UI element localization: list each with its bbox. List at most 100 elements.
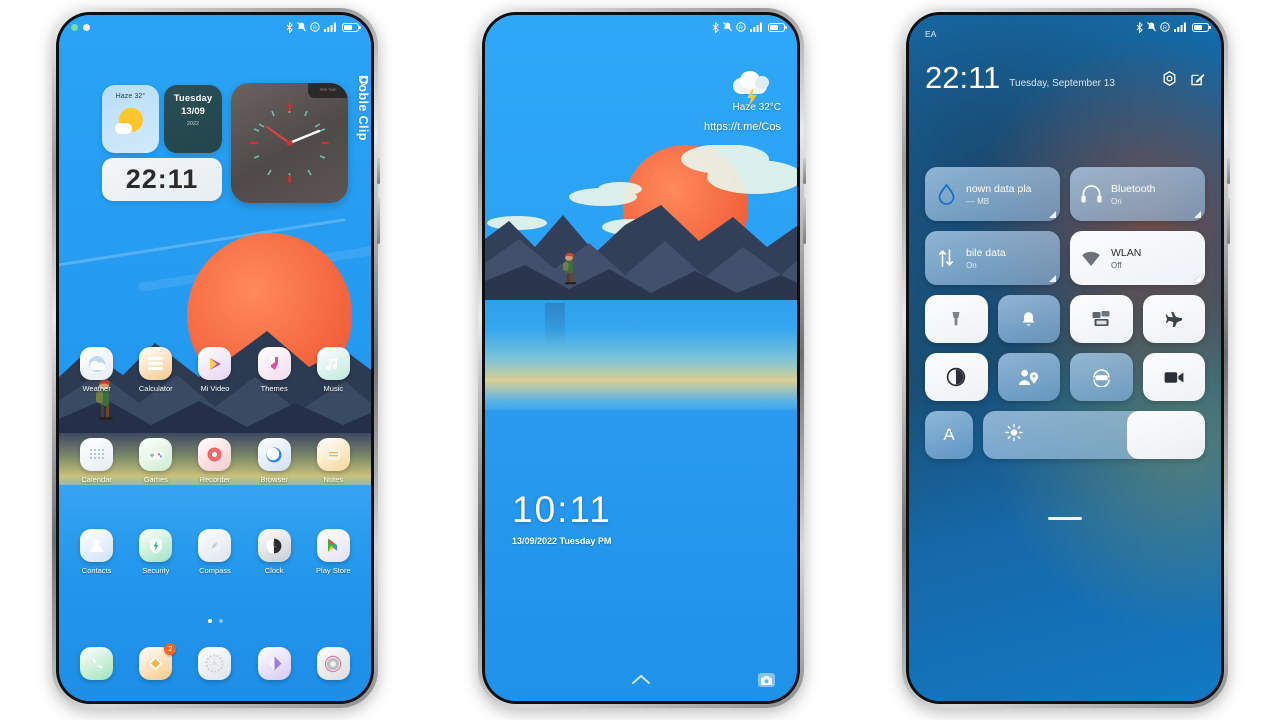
app-compass[interactable]: Compass — [189, 529, 241, 575]
dnd-bell-icon — [1022, 311, 1035, 326]
music-icon — [316, 347, 350, 380]
mute-bell-icon — [723, 22, 732, 32]
date-widget[interactable]: Tuesday 13/09 2022 — [164, 85, 222, 153]
brightness-row: A — [909, 411, 1221, 459]
app-label: Calculator — [138, 384, 173, 393]
tile-expand-corner-icon[interactable] — [1049, 275, 1056, 282]
cc-date: Tuesday, September 13 — [1009, 78, 1115, 90]
app-label: Notes — [323, 475, 344, 484]
tile-expand-corner-icon[interactable] — [1194, 211, 1201, 218]
app-calendar[interactable]: Calendar — [71, 438, 123, 484]
app-recorder[interactable]: Recorder — [189, 438, 241, 484]
app-mi-video[interactable]: Mi Video — [189, 347, 241, 393]
app-clock[interactable]: Clock — [248, 529, 300, 575]
app-contacts[interactable]: Contacts — [71, 529, 123, 575]
lockscreen-weather-text: Haze 32°C — [732, 102, 781, 113]
control-center-tiles: nown data pla –– MB Bluetooth On bile da… — [909, 167, 1221, 459]
toggle-do-not-disturb[interactable] — [997, 295, 1060, 343]
control-center-clock: 22:11 Tuesday, September 13 — [925, 60, 1115, 95]
app-security[interactable]: Security — [130, 529, 182, 575]
bluetooth-icon — [286, 21, 293, 33]
tile-data-plan[interactable]: nown data pla –– MB — [925, 167, 1060, 221]
toggle-row-2 — [909, 353, 1221, 401]
lockscreen-weather[interactable]: Haze 32°C https://t.me/Cos — [671, 70, 781, 133]
unlock-chevron-button[interactable] — [485, 674, 797, 685]
thunderstorm-cloud-icon — [731, 70, 773, 106]
tile-mobile-data[interactable]: bile data On — [925, 231, 1060, 285]
toggle-auto-rotate[interactable] — [1070, 353, 1133, 401]
dnd-icon: R — [736, 22, 746, 32]
volume-button[interactable] — [803, 198, 806, 244]
app-calculator[interactable]: Calculator — [130, 347, 182, 393]
lockscreen-camera-button[interactable] — [758, 673, 775, 687]
app-notes[interactable]: Notes — [307, 438, 359, 484]
shield-icon — [139, 529, 173, 562]
gallery-icon — [257, 647, 291, 680]
dock-app-settings[interactable] — [189, 647, 241, 680]
brightness-slider[interactable] — [983, 411, 1205, 459]
tile-expand-corner-icon[interactable] — [1049, 211, 1056, 218]
page-dot-2[interactable] — [218, 619, 223, 623]
tile-sub: On — [966, 260, 977, 270]
lockscreen-clock: 10:11 13/09/2022 Tuesday PM — [512, 491, 612, 546]
tile-row-1: nown data pla –– MB Bluetooth On — [909, 167, 1221, 221]
tile-sub: –– MB — [966, 196, 990, 206]
page-dot-1[interactable] — [207, 619, 212, 623]
tile-wlan[interactable]: WLAN Off — [1070, 231, 1205, 285]
digital-clock-widget[interactable]: 22:11 — [102, 158, 222, 201]
power-button[interactable] — [1227, 158, 1230, 184]
app-play-store[interactable]: Play Store — [307, 529, 359, 575]
app-games[interactable]: Games — [130, 438, 182, 484]
phone1-screen: R Haze 32° Tuesday 13/09 2022 22:11 RRR … — [59, 15, 371, 701]
svg-text:R: R — [313, 25, 317, 31]
volume-button[interactable] — [377, 198, 380, 244]
signal-icon — [324, 22, 338, 32]
gear-icon — [198, 647, 232, 680]
auto-brightness-button[interactable]: A — [925, 411, 973, 459]
app-weather[interactable]: Weather — [71, 347, 123, 393]
analog-clock-widget[interactable]: RRR TIME — [231, 83, 348, 203]
page-dots[interactable] — [59, 619, 371, 623]
power-button[interactable] — [377, 158, 380, 184]
edit-icon[interactable] — [1191, 72, 1205, 91]
tile-title: nown data pla — [966, 182, 1032, 195]
weather-widget[interactable]: Haze 32° — [102, 85, 159, 153]
contrast-icon — [947, 367, 966, 387]
app-themes[interactable]: Themes — [248, 347, 300, 393]
power-button[interactable] — [803, 158, 806, 184]
dock-app-camera[interactable] — [307, 647, 359, 680]
app-browser[interactable]: Browser — [248, 438, 300, 484]
app-row-2: Calendar Games Recorder Browser Notes — [59, 438, 371, 484]
phone3-screen: EA R 22:11 Tuesday, September 13 nown da… — [909, 15, 1221, 701]
tile-expand-corner-icon[interactable] — [1194, 275, 1201, 282]
dock-app-gallery[interactable] — [248, 647, 300, 680]
toggle-screen-record[interactable] — [1142, 353, 1205, 401]
brightness-sun-icon — [1005, 423, 1023, 447]
date-year: 2022 — [186, 121, 200, 127]
app-label: Music — [323, 384, 344, 393]
tile-sub: On — [1111, 196, 1122, 206]
toggle-location[interactable] — [997, 353, 1060, 401]
toggle-dark-mode[interactable] — [925, 353, 988, 401]
lockscreen-time: 10:11 — [512, 489, 612, 530]
cc-time: 22:11 — [925, 60, 1001, 95]
tile-title: bile data — [966, 246, 1006, 259]
tile-bluetooth[interactable]: Bluetooth On — [1070, 167, 1205, 221]
toggle-airplane-mode[interactable] — [1142, 295, 1205, 343]
drag-handle[interactable] — [1048, 517, 1082, 520]
dock-app-messages[interactable]: 2 — [130, 643, 182, 680]
play-store-icon — [316, 529, 350, 562]
gamepad-icon — [139, 438, 173, 471]
volume-button[interactable] — [1227, 198, 1230, 244]
wifi-icon — [1080, 250, 1102, 267]
app-music[interactable]: Music — [307, 347, 359, 393]
app-label: Weather — [82, 384, 111, 393]
settings-gear-icon[interactable] — [1162, 71, 1177, 91]
phone2-bezel: R Haze 32°C https://t.me/Cos 10:11 13/09… — [482, 12, 800, 704]
dock-app-phone[interactable] — [71, 647, 123, 680]
status-bar: R — [485, 15, 797, 39]
svg-text:R: R — [1163, 25, 1167, 31]
toggle-flashlight[interactable] — [925, 295, 988, 343]
toggle-screen-cast[interactable] — [1070, 295, 1133, 343]
hiker-figure — [563, 252, 576, 285]
